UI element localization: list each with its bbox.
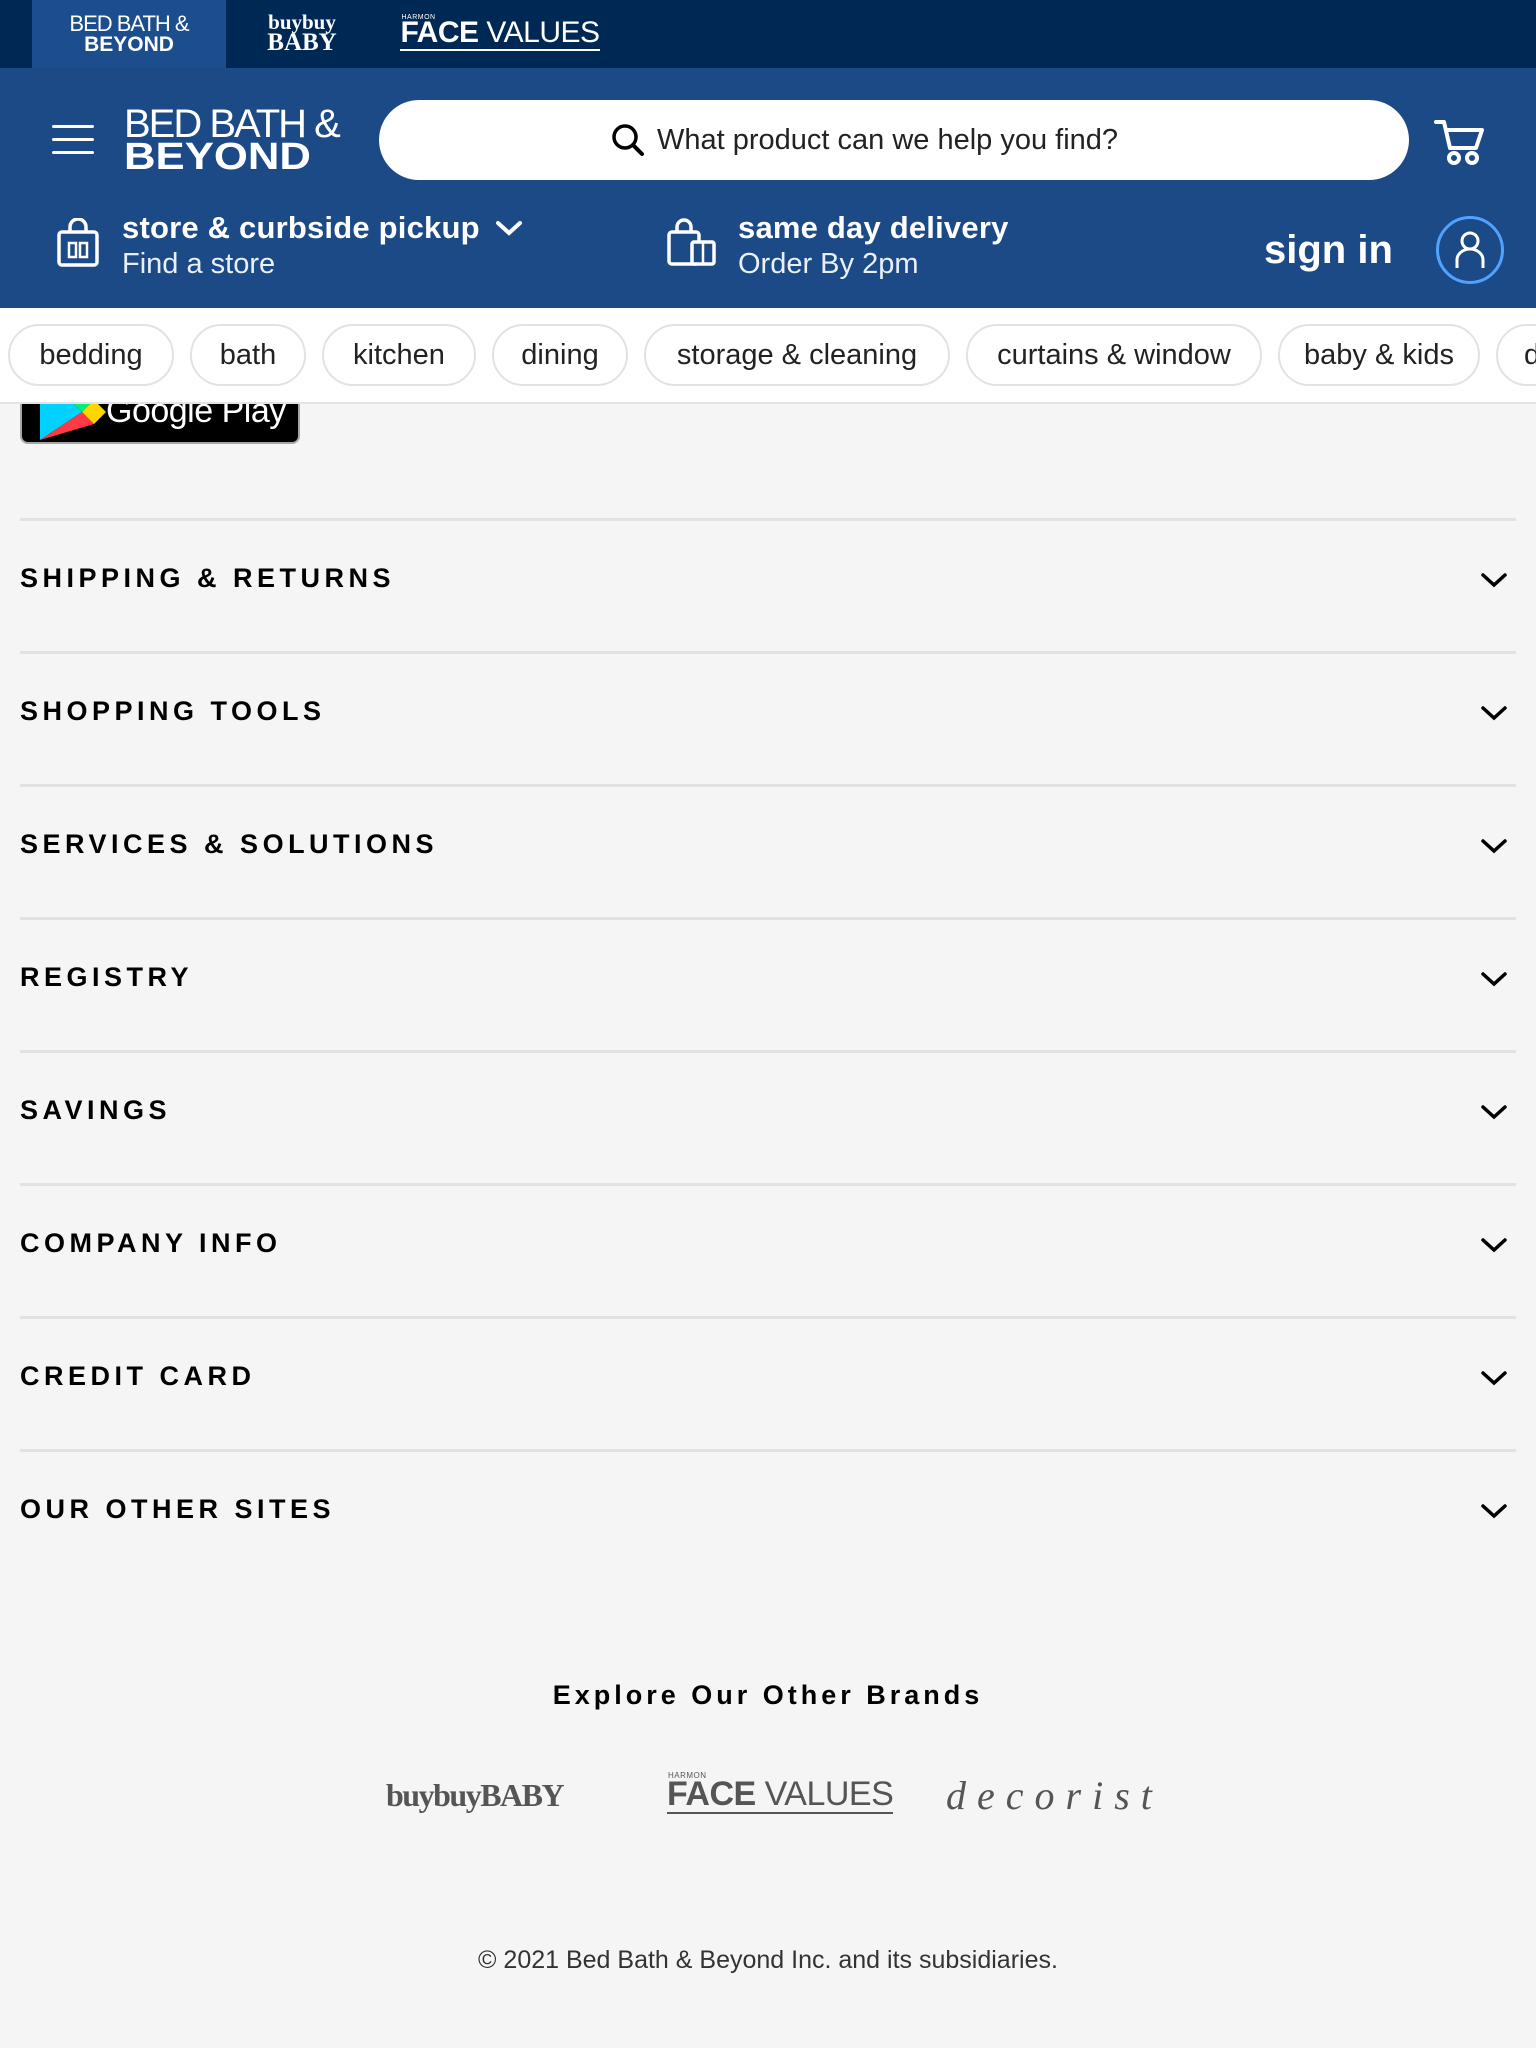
search-icon[interactable] <box>611 123 645 157</box>
accordion-label: SHOPPING TOOLS <box>20 696 326 726</box>
search-bar[interactable] <box>379 100 1409 180</box>
category-pill-baby-kids[interactable]: baby & kids <box>1278 324 1480 386</box>
other-brands-title: Explore Our Other Brands <box>552 1680 984 1710</box>
user-icon <box>1455 231 1485 268</box>
category-pill-decor[interactable]: decor <box>1496 324 1536 386</box>
accordion-label: OUR OTHER SITES <box>20 1494 336 1524</box>
accordion-our-other-sites[interactable]: OUR OTHER SITES <box>20 1449 1516 1582</box>
brand-tab-buybuybaby[interactable]: buybuy BABY <box>250 0 354 68</box>
accordion-registry[interactable]: REGISTRY <box>20 917 1516 1050</box>
decorist-brand-link[interactable]: decorist <box>946 1760 1163 1830</box>
category-pill-bedding[interactable]: bedding <box>8 324 174 386</box>
accordion-company-info[interactable]: COMPANY INFO <box>20 1183 1516 1316</box>
accordion-label: CREDIT CARD <box>20 1361 256 1391</box>
search-input[interactable] <box>657 123 1177 157</box>
site-logo[interactable]: BED BATH & BEYOND <box>124 104 344 176</box>
accordion-label: SAVINGS <box>20 1095 172 1125</box>
chevron-down-icon <box>1481 573 1507 588</box>
store-pickup-title: store & curbside pickup <box>122 210 480 245</box>
accordion-savings[interactable]: SAVINGS <box>20 1050 1516 1183</box>
decorist-logo: decorist <box>946 1772 1163 1818</box>
accordion-label: SERVICES & SOLUTIONS <box>20 829 439 859</box>
accordion-credit-card[interactable]: CREDIT CARD <box>20 1316 1516 1449</box>
chevron-down-icon <box>1481 1504 1507 1519</box>
brand-tab-bbb[interactable]: BED BATH & BEYOND <box>32 0 226 68</box>
same-day-delivery[interactable]: same day delivery Order By 2pm <box>666 210 1016 280</box>
buybuybaby-brand-link[interactable]: buybuyBABY <box>386 1760 565 1830</box>
accordion-label: COMPANY INFO <box>20 1228 282 1258</box>
accordion-label: REGISTRY <box>20 962 194 992</box>
accordion-label: SHIPPING & RETURNS <box>20 563 396 593</box>
copyright-text: © 2021 Bed Bath & Beyond Inc. and its su… <box>478 1946 1058 1974</box>
chevron-down-icon <box>1481 706 1507 721</box>
find-store-link[interactable]: Find a store <box>122 248 524 281</box>
category-pill-curtains-window[interactable]: curtains & window <box>966 324 1262 386</box>
accordion-shipping-returns[interactable]: SHIPPING & RETURNS <box>20 518 1516 651</box>
category-pill-dining[interactable]: dining <box>492 324 628 386</box>
chevron-down-icon <box>495 221 522 236</box>
menu-icon[interactable] <box>52 125 94 155</box>
category-nav: bedding bath kitchen dining storage & cl… <box>0 308 1536 404</box>
facevalues-logo: HARMON FACE VALUES <box>400 13 600 51</box>
facevalues-brand-link[interactable]: HARMON FACE VALUES <box>667 1760 894 1830</box>
buybuybaby-logo: buybuyBABY <box>386 1776 565 1813</box>
category-pill-kitchen[interactable]: kitchen <box>322 324 476 386</box>
store-pickup-selector[interactable]: store & curbside pickup Find a store <box>56 210 524 280</box>
accordion-services-solutions[interactable]: SERVICES & SOLUTIONS <box>20 784 1516 917</box>
chevron-down-icon <box>1481 1105 1507 1120</box>
buybuybaby-logo: buybuy BABY <box>267 10 337 57</box>
facevalues-logo: HARMON FACE VALUES <box>667 1770 894 1814</box>
chevron-down-icon <box>1481 1238 1507 1253</box>
category-pill-bath[interactable]: bath <box>190 324 306 386</box>
chevron-down-icon <box>1481 1371 1507 1386</box>
cart-icon[interactable] <box>1432 114 1488 170</box>
brand-strip: BED BATH & BEYOND buybuy BABY HARMON FAC… <box>0 0 1536 68</box>
delivery-subtitle: Order By 2pm <box>738 248 919 280</box>
chevron-down-icon <box>1481 839 1507 854</box>
account-icon[interactable] <box>1436 216 1504 284</box>
store-bag-icon <box>57 218 99 267</box>
chevron-down-icon <box>1481 972 1507 987</box>
site-header: BED BATH & BEYOND store & curbside picku… <box>0 68 1536 308</box>
bbb-logo: BED BATH & BEYOND <box>69 11 189 56</box>
brand-tab-facevalues[interactable]: HARMON FACE VALUES <box>400 0 600 68</box>
sign-in-link[interactable]: sign in <box>1264 228 1393 273</box>
delivery-bag-icon <box>667 218 716 266</box>
category-pill-storage-cleaning[interactable]: storage & cleaning <box>644 324 950 386</box>
accordion-shopping-tools[interactable]: SHOPPING TOOLS <box>20 651 1516 784</box>
delivery-title: same day delivery <box>738 210 1009 245</box>
